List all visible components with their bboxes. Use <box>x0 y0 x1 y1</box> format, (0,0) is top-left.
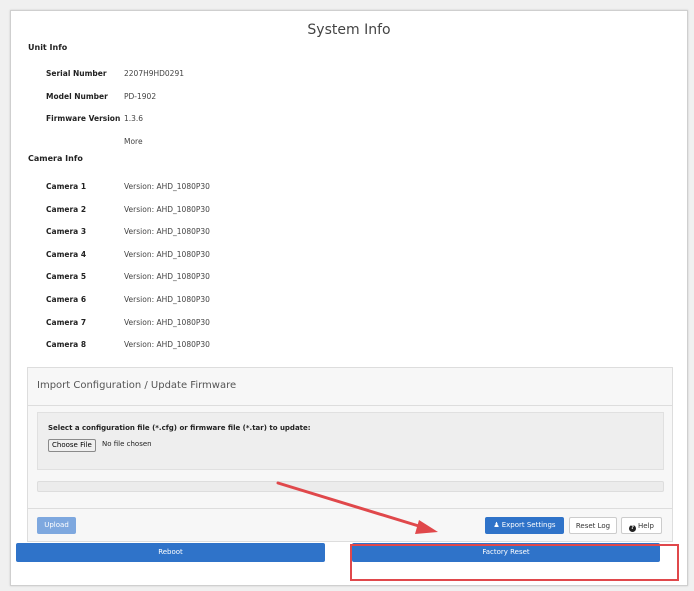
annotation-arrow-icon <box>276 481 438 534</box>
